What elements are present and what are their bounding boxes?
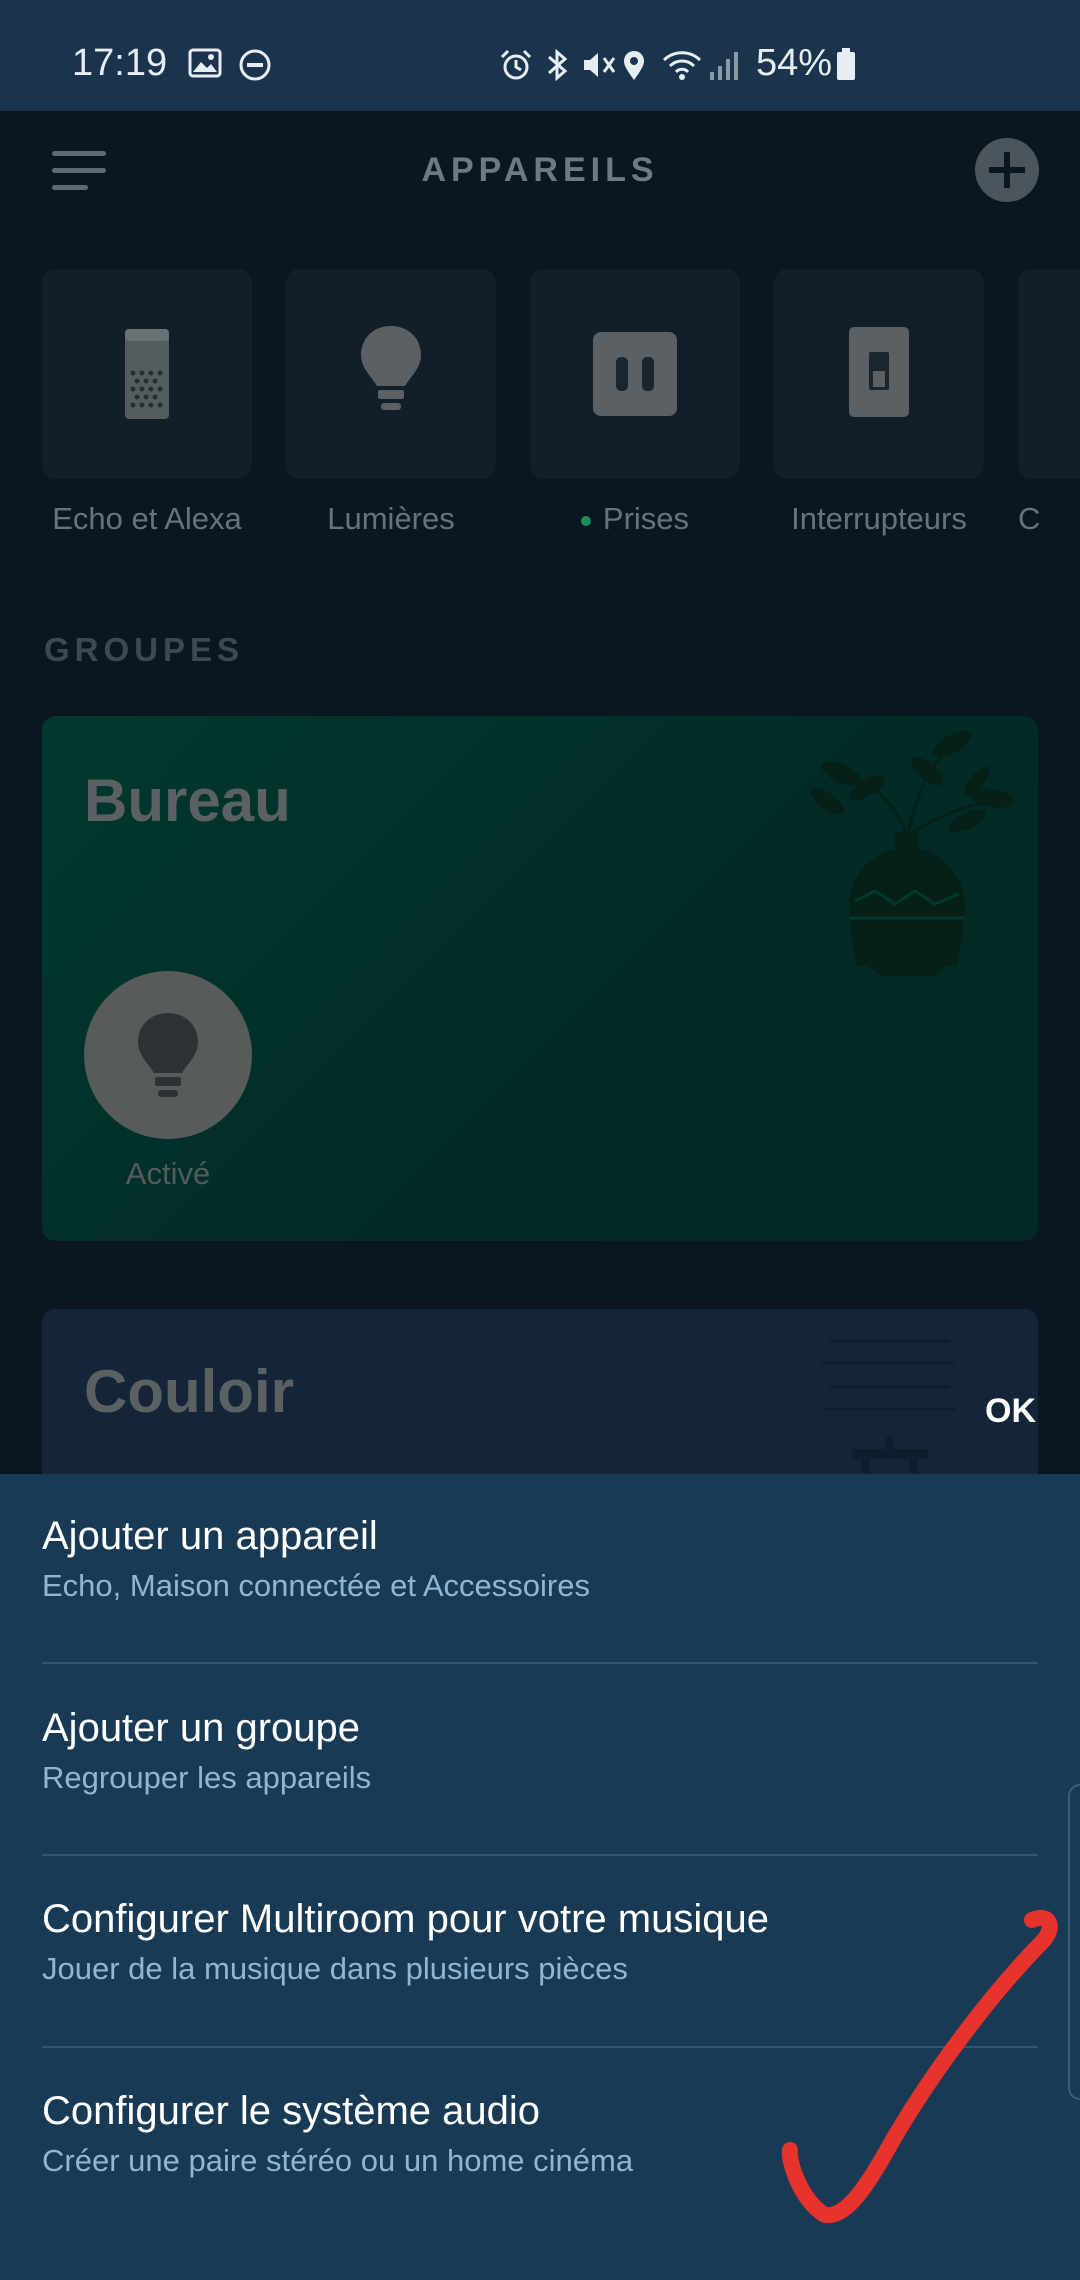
category-label: Interrupteurs [791,501,967,536]
category-echo[interactable]: Echo et Alexa [42,269,252,536]
category-label: Echo et Alexa [52,501,242,536]
option-subtitle: Jouer de la musique dans plusieurs pièce… [42,1951,628,1986]
ok-button[interactable]: OK [985,1392,1036,1431]
echo-speaker-icon [125,329,169,419]
option-title: Configurer le système audio [42,2089,541,2133]
category-cameras[interactable]: C [1018,269,1080,536]
lightbulb-icon [138,1013,198,1097]
battery-icon [837,48,855,80]
device-status: Activé [125,1156,211,1191]
switch-icon [849,327,909,417]
groups-section-label: GROUPES [44,631,245,668]
divider [42,1854,1038,1856]
category-plugs[interactable]: Prises [530,269,740,536]
category-tile[interactable] [1018,269,1080,479]
option-title: Ajouter un appareil [42,1514,378,1558]
category-tile[interactable] [774,269,984,479]
shelf-illustration [822,1339,956,1474]
dnd-icon [239,49,271,81]
group-device-toggle[interactable] [84,971,252,1139]
divider [42,1662,1038,1664]
bluetooth-icon [548,48,568,82]
add-device-button[interactable] [975,138,1039,202]
alarm-icon [500,49,532,80]
category-tile[interactable] [530,269,740,479]
top-app-bar: APPAREILS [0,111,1080,229]
signal-icon [710,52,738,80]
plug-icon [593,332,677,416]
category-label: Prises [510,501,760,537]
group-title: Bureau [84,767,291,834]
category-lights[interactable]: Lumières [286,269,496,536]
category-tile[interactable] [286,269,496,479]
status-time: 17:19 [72,42,168,84]
image-icon [188,48,222,78]
status-dot [580,515,591,526]
plant-vase-illustration [809,730,1014,976]
status-bar: 17:19 54% [0,0,1080,111]
category-label-text: Prises [602,501,690,536]
device-categories: Echo et Alexa Lumières Prises Interrupte… [0,269,1080,536]
lightbulb-icon [361,326,421,410]
wifi-icon [662,51,702,80]
battery-percent: 54% [756,42,833,84]
vibrate-icon [584,53,616,77]
option-subtitle: Echo, Maison connectée et Accessoires [42,1568,590,1603]
location-icon [624,51,644,80]
red-checkmark-annotation [781,1910,1058,2224]
option-title: Ajouter un groupe [42,1706,361,1750]
category-switches[interactable]: Interrupteurs [774,269,984,536]
category-label: C [1018,501,1041,536]
group-card-couloir[interactable]: Couloir [42,1309,1038,1474]
page-title: APPAREILS [421,151,659,189]
category-label: Lumières [327,501,455,536]
group-card-bureau[interactable]: Bureau Activé [42,716,1038,1241]
option-title: Configurer Multiroom pour votre musique [42,1897,769,1941]
option-subtitle: Créer une paire stéréo ou un home cinéma [42,2143,634,2178]
group-title: Couloir [84,1358,294,1425]
devices-screen: APPAREILS Echo et Alexa Lumières Prises … [0,111,1080,1474]
add-device-option[interactable]: Ajouter un appareil Echo, Maison connect… [42,1514,1038,1614]
add-group-option[interactable]: Ajouter un groupe Regrouper les appareil… [42,1706,1038,1806]
option-subtitle: Regrouper les appareils [42,1760,372,1795]
category-tile[interactable] [42,269,252,479]
